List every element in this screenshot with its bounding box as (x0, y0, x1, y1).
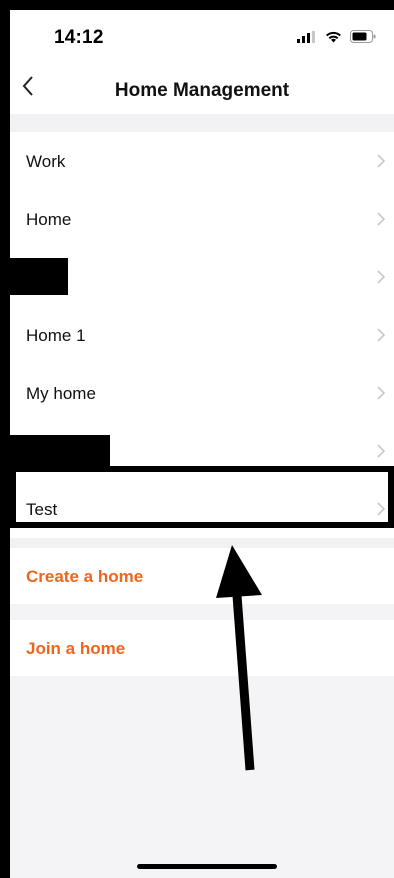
chevron-right-icon (377, 212, 386, 226)
battery-icon (350, 30, 376, 43)
signal-icon (297, 30, 315, 43)
chevron-right-icon (377, 328, 386, 342)
redaction-block (10, 435, 110, 470)
chevron-right-icon (377, 444, 386, 458)
home-list-item-redacted[interactable] (10, 248, 394, 306)
home-list-item-home-1[interactable]: Home 1 (10, 306, 394, 364)
home-name: My home (26, 384, 96, 403)
create-home-button[interactable]: Create a home (10, 548, 394, 604)
home-list-item-test[interactable]: Test (10, 480, 394, 538)
chevron-right-icon (377, 386, 386, 400)
chevron-right-icon (377, 154, 386, 168)
home-list-item-my-home[interactable]: My home (10, 364, 394, 422)
status-bar: 14:12 (10, 10, 394, 58)
home-name: Home 1 (26, 326, 86, 345)
page-title: Home Management (114, 80, 290, 101)
chevron-right-icon (377, 270, 386, 284)
chevron-right-icon (377, 502, 386, 516)
join-home-button[interactable]: Join a home (10, 620, 394, 676)
section-spacer (10, 114, 394, 132)
redaction-block (10, 258, 68, 295)
home-indicator (137, 864, 277, 869)
status-icons (297, 30, 376, 43)
home-list-item-work[interactable]: Work (10, 132, 394, 190)
home-name: Test (26, 500, 58, 519)
wifi-icon (326, 31, 341, 42)
join-home-label: Join a home (26, 639, 126, 658)
create-home-label: Create a home (26, 567, 144, 586)
home-name: Work (26, 152, 66, 171)
navigation-bar: Home Management (10, 58, 394, 114)
status-time: 14:12 (54, 27, 104, 48)
app-screen: 14:12 Home Management Work Home Home 1 M… (10, 10, 394, 878)
home-list-item-redacted[interactable] (10, 422, 394, 480)
home-list: Work Home Home 1 My home Test (10, 132, 394, 538)
home-list-item-home[interactable]: Home (10, 190, 394, 248)
home-name: Home (26, 210, 72, 229)
